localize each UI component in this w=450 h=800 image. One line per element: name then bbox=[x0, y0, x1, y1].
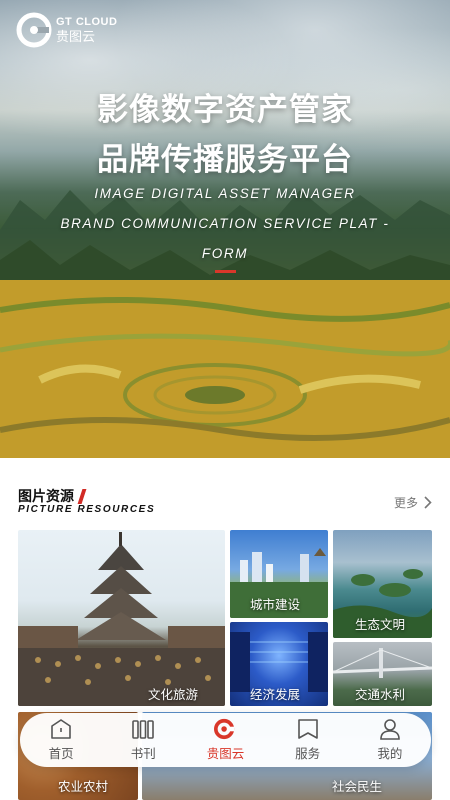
nav-home[interactable]: 首页 bbox=[26, 718, 96, 762]
tile-economic-development[interactable]: 经济发展 bbox=[230, 622, 328, 706]
hero-subtitle-line-1: IMAGE DIGITAL ASSET MANAGER bbox=[94, 186, 356, 201]
books-icon bbox=[132, 720, 155, 739]
more-label: 更多 bbox=[393, 496, 418, 510]
user-icon bbox=[380, 719, 400, 740]
drum-tower-image bbox=[18, 532, 225, 706]
nav-gtcloud[interactable]: 贵图云 bbox=[190, 718, 260, 762]
hero-subtitle-line-2: BRAND COMMUNICATION SERVICE PLAT - bbox=[60, 216, 390, 231]
nav-home-label: 首页 bbox=[48, 746, 74, 761]
hero-title-line-1: 影像数字资产管家 bbox=[97, 92, 353, 128]
nav-gtcloud-label: 贵图云 bbox=[206, 746, 245, 761]
section-accent-slash bbox=[77, 488, 87, 504]
tile-label-agriculture-rural: 农业农村 bbox=[58, 779, 109, 794]
brand-name-en: GT CLOUD bbox=[56, 15, 118, 28]
gt-cloud-logo-icon bbox=[16, 12, 52, 48]
hero-terraces bbox=[0, 280, 450, 458]
hero-accent-bar bbox=[215, 270, 236, 273]
brand-name-cn: 贵图云 bbox=[56, 29, 96, 45]
tile-label-ecological-civilization: 生态文明 bbox=[355, 617, 406, 632]
nav-service-label: 服务 bbox=[295, 746, 321, 761]
home-icon bbox=[51, 719, 71, 739]
nav-mine-label: 我的 bbox=[377, 746, 403, 761]
section-title-cn: 图片资源 bbox=[18, 489, 74, 505]
tile-label-culture-tourism: 文化旅游 bbox=[148, 687, 199, 702]
gt-cloud-nav-icon bbox=[214, 718, 235, 740]
tile-label-economic-development: 经济发展 bbox=[250, 687, 301, 702]
tile-transport-water[interactable]: 交通水利 bbox=[333, 642, 432, 706]
hero-subtitle-line-3: FORM bbox=[201, 246, 249, 261]
nav-service[interactable]: 服务 bbox=[273, 718, 343, 762]
more-link[interactable]: 更多 bbox=[394, 494, 432, 511]
nav-mine[interactable]: 我的 bbox=[355, 718, 425, 762]
tile-city-construction[interactable]: 城市建设 bbox=[230, 530, 328, 618]
bottom-nav: 首页 书刊 贵图云 服务 我的 bbox=[20, 713, 431, 767]
nav-periodicals-label: 书刊 bbox=[130, 746, 156, 761]
tile-label-social-livelihood: 社会民生 bbox=[332, 779, 383, 794]
tile-label-city-construction: 城市建设 bbox=[250, 597, 301, 612]
section-title-en: PICTURE RESOURCES bbox=[18, 504, 156, 515]
hero-title-line-2: 品牌传播服务平台 bbox=[97, 142, 353, 178]
tile-culture-tourism[interactable]: 文化旅游 bbox=[18, 530, 225, 706]
section-title: 图片资源 bbox=[18, 486, 87, 506]
hero-banner[interactable]: GT CLOUD 贵图云 影像数字资产管家 品牌传播服务平台 IMAGE DIG… bbox=[0, 0, 450, 458]
brand-logo[interactable]: GT CLOUD 贵图云 bbox=[16, 12, 117, 48]
service-icon bbox=[297, 719, 318, 739]
tile-label-transport-water: 交通水利 bbox=[355, 687, 406, 702]
chevron-right-icon bbox=[424, 496, 432, 509]
tile-ecological-civilization[interactable]: 生态文明 bbox=[333, 530, 432, 638]
nav-periodicals[interactable]: 书刊 bbox=[108, 718, 178, 762]
